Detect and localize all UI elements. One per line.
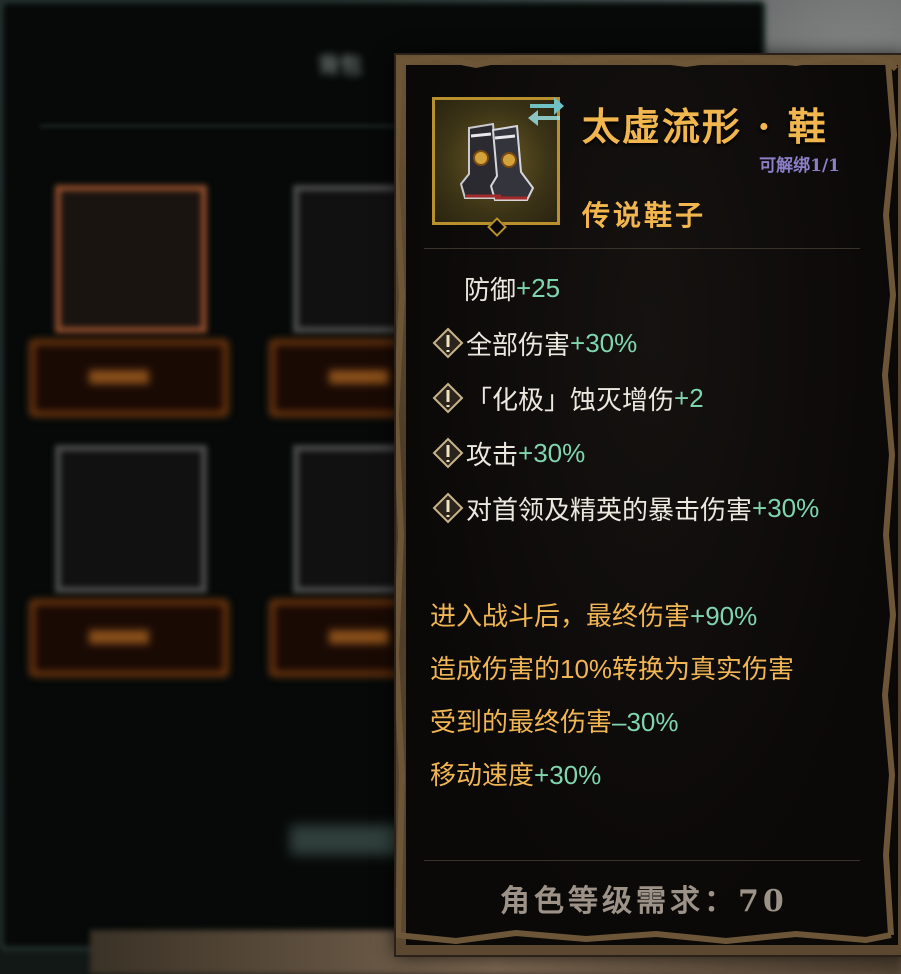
effect-bonus: +30% [534, 760, 602, 790]
bind-status: 可解绑1/1 [759, 156, 840, 176]
level-requirement: 角色等级需求：70 [500, 884, 788, 919]
affix-row: 「化极」蚀灭增伤 +2 [432, 378, 704, 418]
special-effect-line: 移动速度+30% [430, 755, 601, 795]
affix-label: 「化极」蚀灭增伤 [466, 384, 675, 415]
item-name: 太虚流形 · 鞋 [582, 104, 828, 149]
affix-bonus: +2 [674, 382, 704, 413]
affix-bonus: +30% [752, 492, 820, 523]
affix-diamond-icon [432, 327, 464, 359]
effect-bonus: –30% [612, 707, 679, 737]
equipment-slot-boots[interactable] [55, 185, 207, 333]
equipment-slot-empty[interactable] [55, 445, 207, 593]
special-effect-line: 造成伤害的10%转换为真实伤害 [430, 649, 794, 689]
effect-text: 受到的最终伤害 [430, 707, 613, 737]
inventory-footer-text [290, 825, 410, 855]
tooltip-divider [424, 248, 860, 249]
affix-diamond-icon [432, 437, 464, 469]
effect-bonus: +90% [690, 601, 758, 631]
special-effect-line: 受到的最终伤害–30% [430, 702, 679, 742]
affix-row: 攻击 +30% [432, 433, 585, 473]
affix-row: 全部伤害 +30% [432, 323, 637, 363]
item-type: 传说鞋子 [582, 199, 707, 232]
slot-action-button[interactable] [30, 600, 228, 676]
affix-row: 对首领及精英的暴击伤害 +30% [432, 488, 819, 528]
affix-diamond-icon [432, 492, 464, 524]
stat-bonus: +25 [516, 272, 561, 303]
special-effect-line: 进入战斗后，最终伤害+90% [430, 596, 757, 636]
affix-diamond-icon [432, 382, 464, 414]
stat-label: 防御 [464, 274, 517, 305]
affix-bonus: +30% [518, 437, 586, 468]
effect-text: 移动速度 [430, 760, 535, 790]
effect-text: 进入战斗后，最终伤害 [430, 601, 691, 631]
affix-label: 对首领及精英的暴击伤害 [466, 494, 753, 525]
tooltip-footer-divider [424, 860, 860, 861]
affix-label: 攻击 [466, 439, 519, 470]
affix-label: 全部伤害 [466, 329, 571, 360]
slot-action-button[interactable] [30, 340, 228, 416]
affix-bonus: +30% [570, 327, 638, 358]
swap-arrows-icon[interactable] [524, 90, 566, 128]
effect-text: 造成伤害的10%转换为真实伤害 [430, 654, 795, 684]
inventory-panel-title: 背包 [317, 54, 362, 79]
base-stat: 防御 +25 [432, 268, 560, 308]
